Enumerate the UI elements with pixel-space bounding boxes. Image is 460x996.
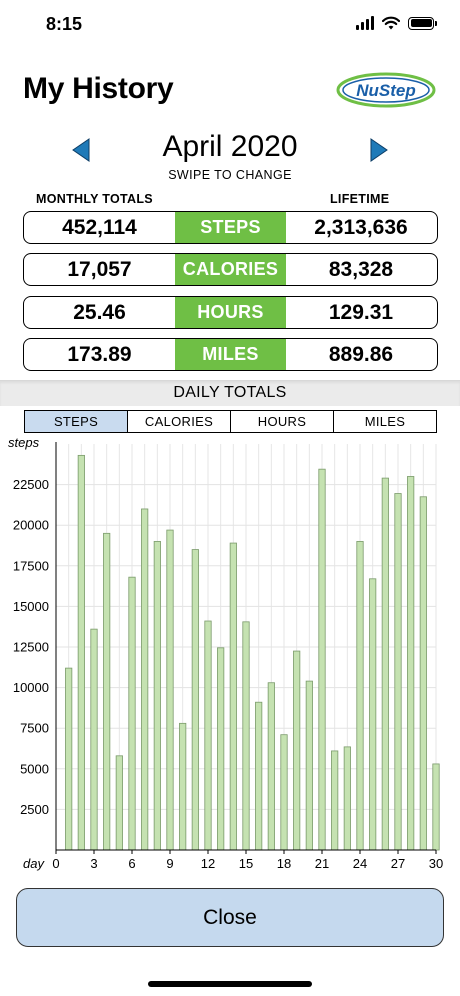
tab-calories[interactable]: CALORIES — [127, 411, 230, 432]
bar-day-5 — [115, 755, 123, 851]
tab-hours[interactable]: HOURS — [230, 411, 333, 432]
bar-day-29 — [419, 496, 427, 851]
nustep-logo: NuStep — [336, 72, 436, 108]
month-label: April 2020 — [162, 130, 298, 163]
totals-row-calories: 17,057 CALORIES 83,328 — [23, 253, 438, 286]
x-tick-label: 3 — [90, 856, 97, 871]
status-time: 8:15 — [46, 14, 83, 34]
bar-day-4 — [103, 532, 111, 851]
next-month-arrow-icon[interactable] — [370, 138, 388, 162]
y-tick-label: 7500 — [20, 721, 49, 736]
x-tick-label: 30 — [429, 856, 443, 871]
lifetime-value: 83,328 — [328, 257, 394, 281]
bar-day-14 — [229, 542, 237, 851]
x-tick-label: 0 — [52, 856, 59, 871]
tab-steps[interactable]: STEPS — [25, 411, 127, 432]
bar-day-6 — [128, 576, 136, 851]
battery-icon — [408, 16, 437, 30]
y-tick-label: 17500 — [13, 558, 49, 573]
totals-row-miles: 173.89 MILES 889.86 — [23, 338, 438, 371]
x-tick-label: 15 — [239, 856, 253, 871]
bar-day-16 — [255, 701, 263, 851]
monthly-value: 452,114 — [62, 215, 137, 239]
totals-row-hours: 25.46 HOURS 129.31 — [23, 296, 438, 329]
bar-day-2 — [77, 454, 85, 851]
bar-day-18 — [280, 734, 288, 851]
bar-day-11 — [191, 549, 199, 851]
x-tick-label: 9 — [166, 856, 173, 871]
lifetime-value: 889.86 — [328, 342, 394, 366]
daily-totals-title: DAILY TOTALS — [173, 384, 287, 401]
bar-day-20 — [305, 680, 313, 851]
bar-day-19 — [293, 650, 301, 851]
totals-row-steps: 452,114 STEPS 2,313,636 — [23, 211, 438, 244]
bar-day-3 — [90, 628, 98, 851]
status-bar: 8:15 — [0, 0, 460, 50]
y-tick-label: 15000 — [13, 599, 49, 614]
close-button[interactable]: Close — [16, 888, 444, 947]
x-tick-label: 27 — [391, 856, 405, 871]
x-tick-label: 18 — [277, 856, 291, 871]
x-tick-label: 24 — [353, 856, 367, 871]
metric-label: STEPS — [175, 212, 286, 243]
lifetime-value: 2,313,636 — [314, 215, 408, 239]
bar-day-26 — [381, 477, 389, 851]
bar-day-1 — [65, 667, 73, 851]
x-axis-label: day — [23, 856, 45, 871]
lifetime-heading: LIFETIME — [330, 192, 390, 206]
y-tick-label: 22500 — [13, 477, 49, 492]
bar-day-10 — [179, 722, 187, 851]
page-title: My History — [23, 72, 174, 105]
metric-label: CALORIES — [175, 254, 286, 285]
y-tick-label: 12500 — [13, 640, 49, 655]
bar-day-7 — [141, 508, 149, 851]
home-indicator — [148, 981, 312, 987]
metric-segmented-control: STEPS CALORIES HOURS MILES — [24, 410, 437, 433]
metric-label: MILES — [175, 339, 286, 370]
y-tick-label: 10000 — [13, 680, 49, 695]
lifetime-value: 129.31 — [328, 300, 394, 324]
monthly-value: 17,057 — [67, 257, 132, 281]
wifi-icon — [382, 16, 400, 30]
x-tick-label: 6 — [128, 856, 135, 871]
x-tick-label: 12 — [201, 856, 215, 871]
bar-day-21 — [318, 468, 326, 851]
y-tick-label: 2500 — [20, 802, 49, 817]
tab-miles[interactable]: MILES — [333, 411, 436, 432]
swipe-hint: SWIPE TO CHANGE — [168, 168, 292, 182]
bar-day-28 — [407, 476, 415, 851]
bar-day-8 — [153, 541, 161, 851]
y-tick-label: 5000 — [20, 761, 49, 776]
previous-month-arrow-icon[interactable] — [72, 138, 90, 162]
bar-day-12 — [204, 620, 212, 851]
daily-steps-chart: 2500 5000 7500 10000 12500 15000 17500 20000 225… — [8, 436, 443, 871]
bar-day-25 — [369, 578, 377, 851]
bar-day-22 — [331, 750, 339, 851]
x-tick-label: 21 — [315, 856, 329, 871]
cellular-signal-icon — [356, 16, 374, 30]
bar-day-9 — [166, 529, 174, 851]
bar-day-17 — [267, 682, 275, 851]
bar-day-15 — [242, 621, 250, 851]
bar-day-23 — [343, 746, 351, 851]
status-icons — [356, 16, 437, 30]
bar-day-13 — [217, 647, 225, 851]
metric-label: HOURS — [175, 297, 286, 328]
bar-day-24 — [356, 541, 364, 851]
y-tick-label: 20000 — [13, 518, 49, 533]
monthly-value: 173.89 — [67, 342, 132, 366]
bar-day-27 — [394, 493, 402, 851]
monthly-totals-heading: MONTHLY TOTALS — [36, 192, 153, 206]
y-axis-label: steps — [8, 436, 40, 450]
monthly-value: 25.46 — [73, 300, 126, 324]
svg-text:NuStep: NuStep — [356, 81, 416, 100]
bar-day-30 — [432, 763, 440, 851]
